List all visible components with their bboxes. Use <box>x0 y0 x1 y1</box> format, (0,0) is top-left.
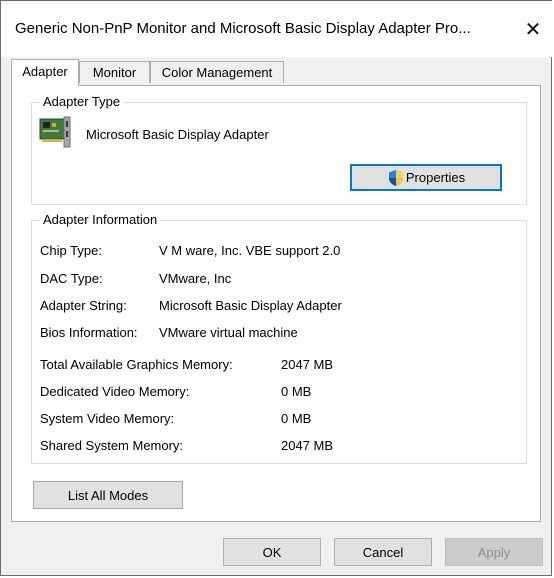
info-label: DAC Type: <box>40 271 103 286</box>
apply-button[interactable]: Apply <box>445 538 543 566</box>
window-title: Generic Non-PnP Monitor and Microsoft Ba… <box>15 20 471 37</box>
info-value: VMware, Inc <box>159 271 232 286</box>
memory-value: 0 MB <box>281 384 312 399</box>
memory-label: Total Available Graphics Memory: <box>40 357 233 372</box>
title-bar: Generic Non-PnP Monitor and Microsoft Ba… <box>1 1 553 57</box>
display-properties-dialog: Generic Non-PnP Monitor and Microsoft Ba… <box>0 0 553 576</box>
adapter-type-label: Adapter Type <box>40 94 124 109</box>
adapter-name: Microsoft Basic Display Adapter <box>86 127 269 142</box>
memory-value: 0 MB <box>281 411 312 426</box>
cancel-button[interactable]: Cancel <box>334 538 432 566</box>
properties-label: Properties <box>405 170 466 185</box>
uac-shield-icon <box>388 169 403 186</box>
tab-color-management[interactable]: Color Management <box>150 61 284 83</box>
info-label: Bios Information: <box>40 325 138 340</box>
close-button[interactable]: ✕ <box>519 15 547 43</box>
memory-label: Dedicated Video Memory: <box>40 384 190 399</box>
adapter-information-group: Adapter Information Chip Type: V M ware,… <box>31 212 527 464</box>
ok-button[interactable]: OK <box>223 538 321 566</box>
list-all-modes-button[interactable]: List All Modes <box>33 481 183 509</box>
close-icon: ✕ <box>524 18 542 41</box>
adapter-type-group: Adapter Type Microsoft Basic Display Ada… <box>31 94 527 205</box>
adapter-tab-panel: Adapter Type Microsoft Basic Display Ada… <box>11 85 541 522</box>
info-label: Adapter String: <box>40 298 127 313</box>
info-value: V M ware, Inc. VBE support 2.0 <box>159 243 341 258</box>
memory-label: System Video Memory: <box>40 411 175 426</box>
info-value: VMware virtual machine <box>159 325 298 340</box>
info-value: Microsoft Basic Display Adapter <box>159 298 342 313</box>
memory-value: 2047 MB <box>281 438 334 453</box>
adapter-information-label: Adapter Information <box>40 212 161 227</box>
tab-monitor[interactable]: Monitor <box>79 61 150 83</box>
memory-label: Shared System Memory: <box>40 438 184 453</box>
display-adapter-card-icon <box>39 116 71 148</box>
tab-adapter[interactable]: Adapter <box>11 59 79 86</box>
memory-value: 2047 MB <box>281 357 334 372</box>
info-label: Chip Type: <box>40 243 102 258</box>
properties-button[interactable]: Properties <box>350 164 502 191</box>
